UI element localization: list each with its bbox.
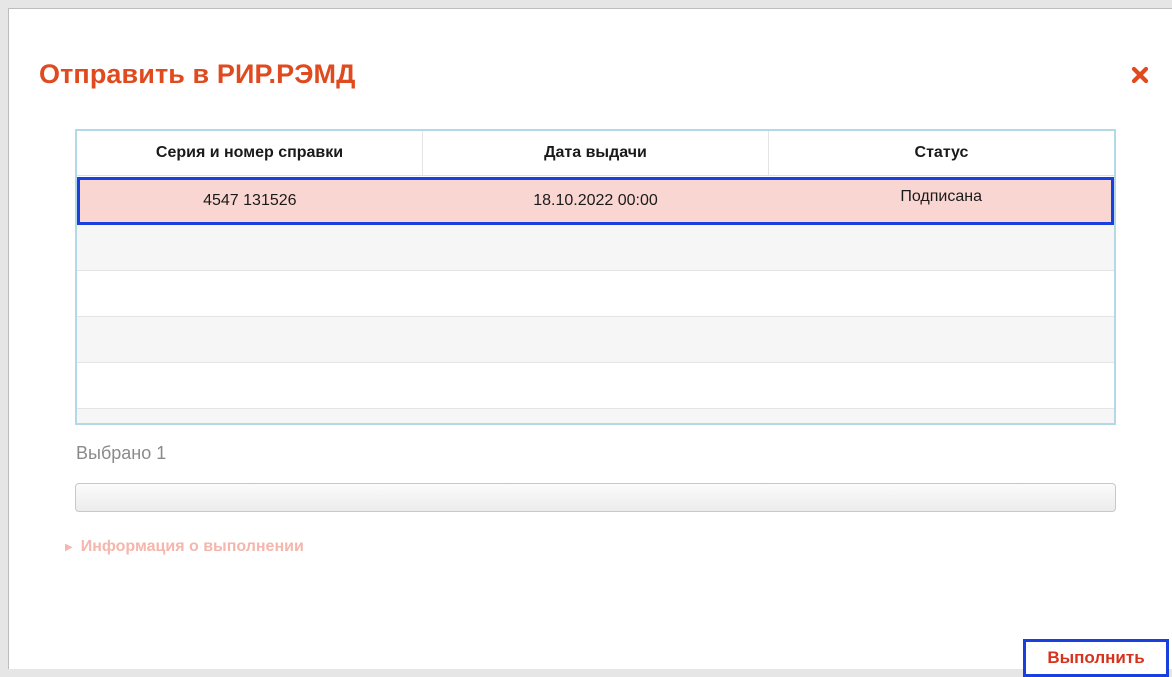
table-row[interactable]: 4547 131526 18.10.2022 00:00 Подписана bbox=[77, 177, 1114, 225]
selected-count: Выбрано 1 bbox=[76, 443, 167, 463]
execution-info-toggle[interactable]: ▶ Информация о выполнении bbox=[65, 538, 304, 556]
column-header-series-number[interactable]: Серия и номер справки bbox=[77, 131, 423, 175]
empty-row bbox=[77, 363, 1114, 409]
close-button[interactable] bbox=[1126, 61, 1154, 89]
execution-info-label: Информация о выполнении bbox=[80, 538, 304, 555]
column-header-issue-date[interactable]: Дата выдачи bbox=[423, 131, 769, 175]
empty-row bbox=[77, 225, 1114, 271]
triangle-right-icon: ▶ bbox=[65, 541, 73, 553]
cell-status: Подписана bbox=[900, 188, 982, 205]
cell-series-number: 4547 131526 bbox=[203, 191, 297, 209]
cell-issue-date: 18.10.2022 00:00 bbox=[533, 191, 658, 209]
table-header: Серия и номер справки Дата выдачи Статус bbox=[77, 131, 1114, 176]
dialog-title: Отправить в РИР.РЭМД bbox=[39, 59, 356, 89]
send-dialog: Отправить в РИР.РЭМД Серия и номер справ… bbox=[8, 8, 1172, 677]
empty-row bbox=[77, 317, 1114, 363]
certificates-table: Серия и номер справки Дата выдачи Статус… bbox=[75, 129, 1116, 425]
column-header-status[interactable]: Статус bbox=[769, 131, 1114, 175]
progress-bar bbox=[75, 483, 1116, 512]
run-button[interactable]: Выполнить bbox=[1023, 639, 1169, 677]
close-icon bbox=[1131, 66, 1149, 84]
empty-row bbox=[77, 409, 1114, 423]
empty-row bbox=[77, 271, 1114, 317]
